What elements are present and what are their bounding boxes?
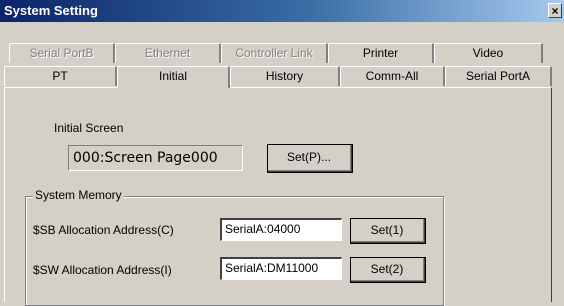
set-sw-button[interactable]: Set(2) [350,257,426,283]
tab-controller-link[interactable]: Controller Link [221,43,328,63]
set-initial-screen-label: Set(P)... [268,145,351,171]
tab-panel-initial: Initial Screen 000:Screen Page000 Set(P)… [4,87,552,306]
tab-comm-all[interactable]: Comm-All [340,66,445,86]
set-initial-screen-button[interactable]: Set(P)... [267,144,353,173]
tab-serial-portb[interactable]: Serial PortB [9,43,115,63]
initial-screen-value: 000:Screen Page000 [68,145,243,171]
set-sw-label: Set(2) [351,258,424,281]
set-sb-button[interactable]: Set(1) [350,218,426,244]
sb-allocation-label: $SB Allocation Address(C) [33,223,174,237]
tab-printer[interactable]: Printer [328,43,434,63]
sw-allocation-input[interactable]: SerialA:DM11000 [220,257,342,280]
system-memory-title: System Memory [33,188,124,202]
window-title: System Setting [4,3,98,18]
title-bar: System Setting × [0,0,564,22]
tab-pt[interactable]: PT [4,66,117,86]
tab-history[interactable]: History [230,66,340,86]
sw-allocation-label: $SW Allocation Address(I) [33,263,172,277]
tab-initial[interactable]: Initial [117,66,230,88]
tab-serial-porta[interactable]: Serial PortA [445,66,552,86]
tab-ethernet[interactable]: Ethernet [115,43,221,63]
system-memory-group [25,196,444,306]
initial-screen-label: Initial Screen [54,121,124,135]
tab-video[interactable]: Video [434,43,543,63]
close-button[interactable]: × [548,3,562,18]
set-sb-label: Set(1) [351,219,424,242]
sb-allocation-input[interactable]: SerialA:04000 [220,218,342,241]
